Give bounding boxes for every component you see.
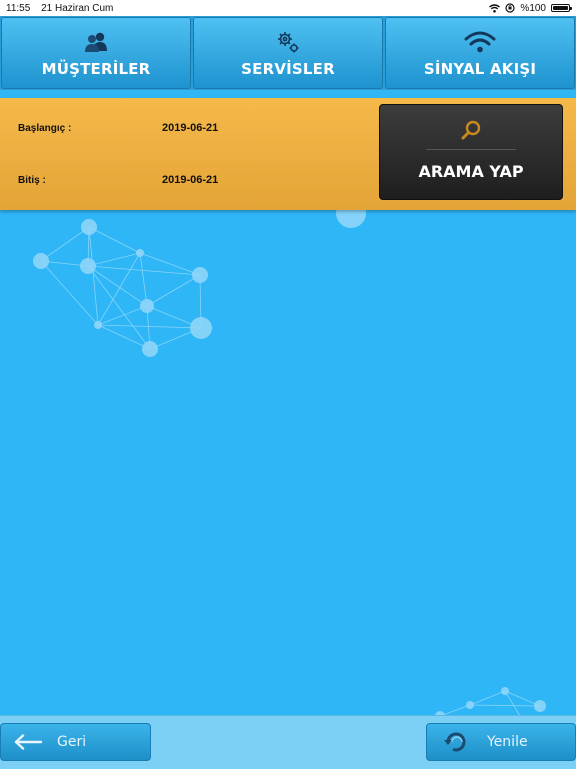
refresh-button-label: Yenile [487,734,528,750]
back-button-label: Geri [57,734,87,750]
tab-sinyal-akisi[interactable]: SİNYAL AKIŞI [385,17,575,89]
orientation-lock-icon [505,3,516,13]
tab-musteriler[interactable]: MÜŞTERİLER [1,17,191,89]
tab-servisler-label: SERVİSLER [241,60,335,78]
battery-icon [551,4,572,12]
wifi-icon [489,3,501,13]
search-icon [460,119,482,141]
search-button[interactable]: ARAMA YAP [379,104,563,200]
status-time: 11:55 [6,2,31,14]
bottom-bar: Geri Yenile [0,715,576,769]
status-date: 21 Haziran Cum [41,2,114,14]
wifi-signal-icon [464,30,496,54]
status-left: 11:55 21 Haziran Cum [6,3,121,14]
tab-servisler[interactable]: SERVİSLER [193,17,383,89]
end-date-label: Bitiş : [18,175,46,186]
refresh-icon [444,732,466,752]
gears-icon [275,30,301,54]
search-button-divider [426,149,516,150]
end-date-value[interactable]: 2019-06-21 [162,174,218,186]
search-button-label: ARAMA YAP [418,162,524,181]
search-panel: Başlangıç : 2019-06-21 Bitiş : 2019-06-2… [0,98,576,210]
status-right: %100 [489,2,572,14]
start-date-value[interactable]: 2019-06-21 [162,122,218,134]
arrow-left-icon [14,734,43,750]
back-button[interactable]: Geri [0,723,151,761]
refresh-button[interactable]: Yenile [426,723,576,761]
users-icon [83,30,109,54]
tab-musteriler-label: MÜŞTERİLER [41,60,151,78]
tab-sinyal-akisi-label: SİNYAL AKIŞI [423,60,537,78]
top-navigation: MÜŞTERİLER SERVİSLER SİNYAL AKIŞI [0,16,576,90]
start-date-label: Başlangıç : [18,123,72,134]
status-bar: 11:55 21 Haziran Cum %100 [0,0,576,16]
battery-percent: %100 [520,2,546,14]
